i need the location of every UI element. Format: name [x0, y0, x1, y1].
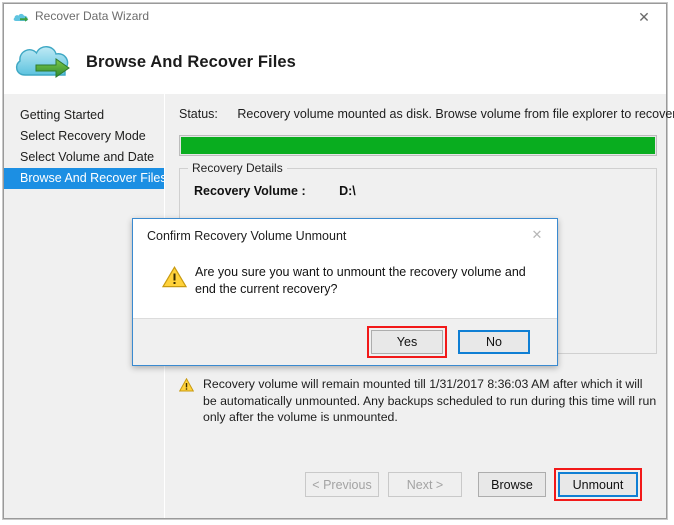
progress-bar: [179, 135, 657, 156]
sidebar-item-browse-and-recover-files[interactable]: Browse And Recover Files: [4, 168, 167, 189]
sidebar-item-select-volume-and-date[interactable]: Select Volume and Date: [4, 147, 164, 168]
cloud-recovery-logo: [14, 40, 72, 85]
dialog-body: Are you sure you want to unmount the rec…: [133, 253, 557, 319]
dialog-title: Confirm Recovery Volume Unmount: [147, 229, 347, 243]
previous-button[interactable]: < Previous: [305, 472, 379, 497]
application-window: Recover Data Wizard ✕ Browse And Recover…: [3, 3, 674, 519]
confirm-unmount-dialog: Confirm Recovery Volume Unmount ✕ Are yo…: [132, 218, 558, 366]
window-titlebar: Recover Data Wizard ✕: [4, 4, 666, 32]
next-button[interactable]: Next >: [388, 472, 462, 497]
close-icon[interactable]: ✕: [622, 4, 666, 32]
mount-warning: Recovery volume will remain mounted till…: [178, 376, 659, 426]
dialog-message: Are you sure you want to unmount the rec…: [195, 265, 526, 296]
recovery-details-legend: Recovery Details: [188, 161, 287, 175]
mount-warning-text: Recovery volume will remain mounted till…: [203, 377, 657, 424]
page-header: Browse And Recover Files: [4, 32, 666, 94]
cloud-icon: [13, 10, 30, 25]
browse-button[interactable]: Browse: [478, 472, 546, 497]
progress-bar-fill: [181, 137, 655, 154]
dialog-close-icon[interactable]: ✕: [523, 224, 551, 246]
wizard-footer: < Previous Next > Browse Unmount: [165, 462, 666, 518]
unmount-button[interactable]: Unmount: [558, 472, 638, 497]
warning-triangle-icon: [161, 266, 188, 288]
status-row: Status: Recovery volume mounted as disk.…: [179, 107, 674, 121]
dialog-footer: Yes No: [133, 318, 557, 365]
page-title: Browse And Recover Files: [86, 53, 296, 71]
no-button[interactable]: No: [458, 330, 530, 354]
yes-button[interactable]: Yes: [371, 330, 443, 354]
wizard-step-list: Getting Started Select Recovery Mode Sel…: [4, 94, 167, 189]
status-label: Status:: [179, 107, 218, 121]
recovery-volume-row: Recovery Volume : D:\: [194, 184, 356, 198]
sidebar-item-getting-started[interactable]: Getting Started: [4, 105, 164, 126]
status-message: Recovery volume mounted as disk. Browse …: [237, 107, 674, 121]
warning-triangle-icon: [178, 377, 195, 392]
recovery-volume-label: Recovery Volume :: [194, 184, 306, 198]
recovery-volume-value: D:\: [339, 184, 356, 198]
window-title: Recover Data Wizard: [35, 9, 150, 23]
sidebar-item-select-recovery-mode[interactable]: Select Recovery Mode: [4, 126, 164, 147]
